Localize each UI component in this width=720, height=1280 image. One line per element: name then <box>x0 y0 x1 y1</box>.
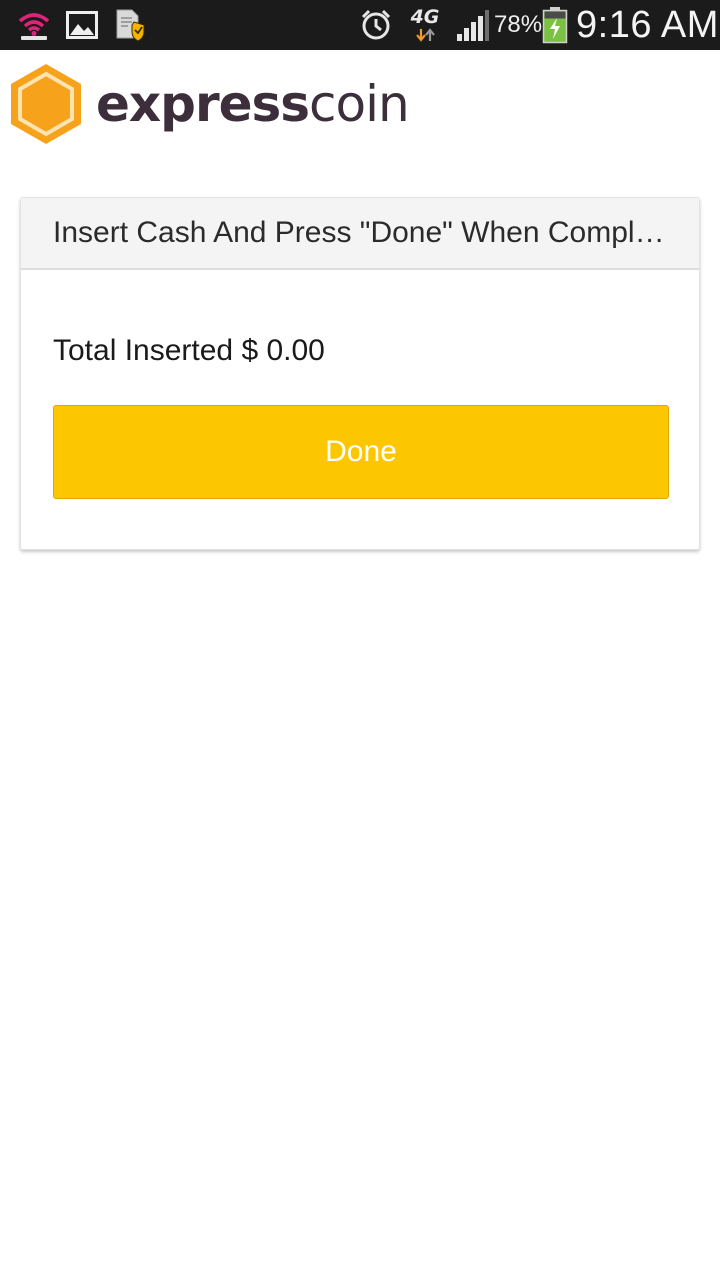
clock: 9:16 AM <box>576 3 719 46</box>
expresscoin-logo: expresscoin <box>8 62 428 146</box>
total-inserted-value: 0.00 <box>266 334 325 367</box>
alarm-icon <box>358 0 394 50</box>
battery-charging-icon <box>541 0 569 50</box>
battery-percent: 78% <box>494 11 543 38</box>
document-security-icon <box>113 0 147 50</box>
card-header: Insert Cash And Press "Done" When Comple… <box>21 198 699 270</box>
network-type-label: 4G <box>410 6 440 28</box>
logo-hexagon-icon <box>11 64 81 144</box>
cash-insert-card: Insert Cash And Press "Done" When Comple… <box>20 197 700 550</box>
card-title: Insert Cash And Press "Done" When Comple… <box>53 216 667 249</box>
total-inserted: Total Inserted $ 0.00 <box>53 334 325 368</box>
logo-wordmark-express: express <box>96 75 310 133</box>
data-arrows-icon <box>413 28 437 42</box>
logo-wordmark-coin: coin <box>309 75 410 133</box>
network-indicator: 4G <box>408 0 442 50</box>
total-inserted-label: Total Inserted $ <box>53 334 259 367</box>
signal-icon <box>455 0 491 50</box>
gallery-icon <box>65 0 99 50</box>
done-button[interactable]: Done <box>53 405 669 499</box>
wifi-hotspot-icon <box>14 0 54 50</box>
logo-wordmark: expresscoin <box>96 68 410 140</box>
status-bar: 4G 78% 9:16 AM <box>0 0 720 50</box>
